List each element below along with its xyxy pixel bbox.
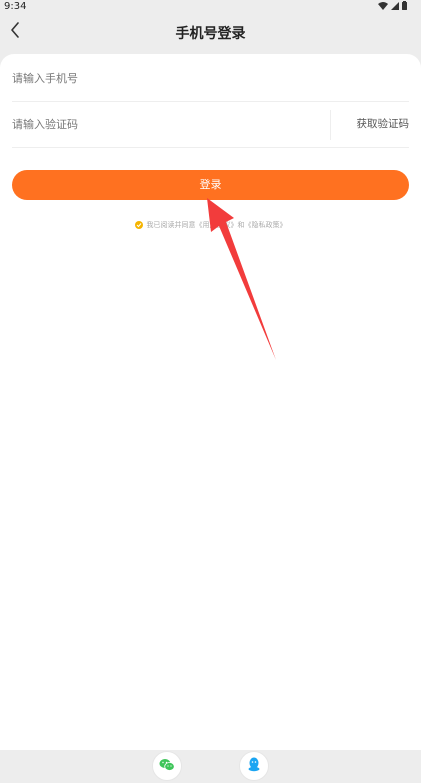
qq-icon xyxy=(248,757,260,776)
title-bar: 手机号登录 xyxy=(0,14,421,54)
code-input[interactable] xyxy=(12,102,312,147)
login-button[interactable]: 登录 xyxy=(12,170,409,200)
page-title: 手机号登录 xyxy=(175,26,246,42)
status-time: 9:34 xyxy=(4,1,27,12)
wifi-icon xyxy=(378,1,388,14)
status-icons xyxy=(378,1,407,14)
phone-field-row xyxy=(12,56,409,102)
check-icon[interactable] xyxy=(134,221,143,229)
field-divider xyxy=(330,110,331,140)
code-field-row: 获取验证码 xyxy=(12,102,409,148)
social-login xyxy=(0,751,421,783)
agreement-row: 我已阅读并同意《用户协议》和《隐私政策》 xyxy=(0,218,421,232)
phone-input[interactable] xyxy=(12,56,312,101)
wechat-login-button[interactable] xyxy=(152,751,182,781)
battery-icon xyxy=(402,1,407,14)
wechat-icon xyxy=(159,757,175,776)
qq-login-button[interactable] xyxy=(239,751,269,781)
signal-icon xyxy=(391,1,399,14)
get-code-button[interactable]: 获取验证码 xyxy=(357,116,410,131)
agreement-text[interactable]: 我已阅读并同意《用户协议》和《隐私政策》 xyxy=(147,220,287,230)
login-panel: 获取验证码 登录 我已阅读并同意《用户协议》和《隐私政策》 xyxy=(0,54,421,781)
status-bar: 9:34 xyxy=(0,0,421,14)
